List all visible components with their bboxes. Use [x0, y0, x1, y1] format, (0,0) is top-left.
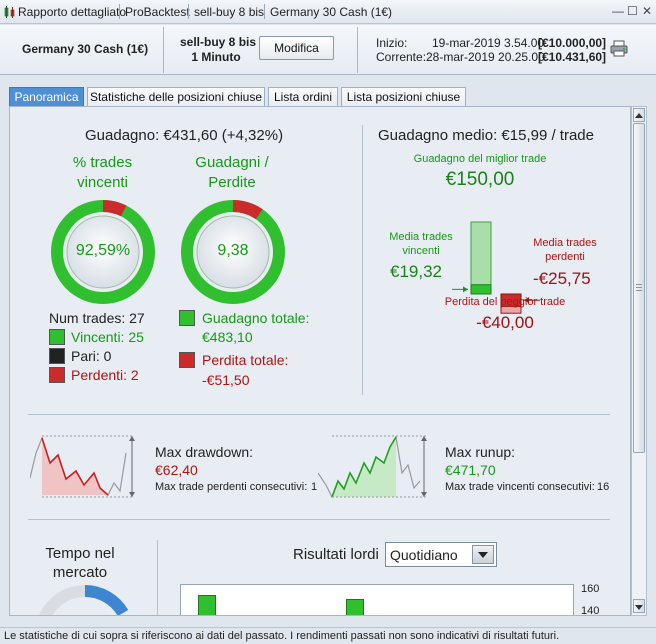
max-runup-value: €471,70 — [445, 462, 496, 478]
max-winning-streak-label: Max trade vincenti consecutivi: — [445, 481, 595, 493]
winners-legend-icon — [49, 329, 65, 345]
total-gain-label: Guadagno totale: — [202, 310, 310, 326]
title-bar: Rapporto dettagliato ProBacktest sell-bu… — [0, 0, 656, 24]
tab-closed-positions-list[interactable]: Lista posizioni chiuse — [341, 87, 466, 106]
modify-button[interactable]: Modifica — [259, 36, 334, 60]
num-trades: Num trades: 27 — [49, 310, 145, 326]
total-loss-label: Perdita totale: — [202, 352, 289, 368]
max-losing-streak-value: 1 — [311, 481, 318, 493]
overview-panel: Guadagno: €431,60 (+4,32%) % trades vinc… — [9, 106, 631, 616]
avg-win-label-1: Media trades — [389, 231, 453, 243]
results-bar — [346, 599, 364, 615]
total-gain-legend-icon — [179, 310, 195, 326]
title-strategy: sell-buy 8 bis — [194, 5, 265, 19]
scroll-up-button[interactable] — [633, 108, 645, 122]
total-loss-value: -€51,50 — [202, 372, 250, 388]
header-strategy-name: sell-buy 8 bis — [180, 35, 257, 49]
dropdown-button[interactable] — [472, 545, 494, 564]
disclaimer-text: Le statistiche di cui sopra si riferisco… — [4, 630, 560, 642]
max-runup-label: Max runup: — [445, 444, 516, 460]
start-date: 19-mar-2019 3.54.00 — [432, 36, 545, 50]
printer-icon[interactable] — [610, 40, 630, 58]
gain-title: Guadagno: €431,60 (+4,32%) — [85, 127, 284, 144]
max-drawdown-label: Max drawdown: — [155, 444, 254, 460]
results-tick-160: 160 — [581, 583, 600, 595]
win-pct-title-2: vincenti — [77, 174, 128, 191]
avg-loss-label-2: perdenti — [545, 251, 585, 263]
minimize-icon[interactable]: — — [612, 5, 624, 18]
market-time-title-2: mercato — [52, 564, 108, 581]
total-gain-value: €483,10 — [202, 329, 253, 345]
best-trade-bar — [470, 221, 492, 295]
start-label: Inizio: — [376, 36, 408, 50]
win-rate-ring-red — [102, 200, 127, 217]
max-losing-streak-label: Max trade perdenti consecutivi: — [155, 481, 308, 493]
tab-orders-list[interactable]: Lista ordini — [268, 87, 338, 106]
disclaimer-bar: Le statistiche di cui sopra si riferisco… — [0, 627, 656, 644]
avg-win-label-2: vincenti — [402, 245, 440, 257]
title-probacktest: ProBacktest — [125, 5, 190, 19]
maximize-icon[interactable]: ☐ — [627, 5, 638, 18]
tab-overview[interactable]: Panoramica — [9, 87, 84, 106]
header-timeframe: 1 Minuto — [191, 50, 241, 64]
runup-sparkline — [318, 435, 427, 499]
max-drawdown-value: €62,40 — [155, 462, 198, 478]
max-winning-streak-value: 16 — [597, 481, 610, 493]
total-loss-legend-icon — [179, 352, 195, 368]
avg-loss-label-1: Media trades — [533, 237, 597, 249]
results-tick-140: 140 — [581, 605, 600, 616]
market-time-title-1: Tempo nel — [45, 545, 115, 562]
average-gain-title: Guadagno medio: €15,99 / trade — [378, 127, 594, 144]
tab-closed-positions-stats[interactable]: Statistiche delle posizioni chiuse — [87, 87, 265, 106]
current-label: Corrente: — [376, 50, 427, 64]
best-trade-label: Guadagno del miglior trade — [413, 153, 547, 165]
losers-legend-icon — [49, 367, 65, 383]
title-report: Rapporto dettagliato — [18, 5, 127, 19]
worst-trade-value: -€40,00 — [476, 313, 534, 332]
results-bar — [198, 595, 216, 615]
win-pct-title-1: % trades — [72, 154, 133, 171]
even-legend-icon — [49, 348, 65, 364]
start-capital: [€10.000,00] — [538, 36, 607, 50]
period-select-value: Quotidiano — [390, 547, 458, 563]
report-header: Germany 30 Cash (1€) sell-buy 8 bis 1 Mi… — [0, 25, 656, 75]
header-instrument: Germany 30 Cash (1€) — [22, 42, 149, 56]
avg-loss-value: -€25,75 — [533, 269, 591, 288]
worst-trade-label: Perdita del peggior trade — [444, 296, 566, 308]
close-icon[interactable]: ✕ — [642, 5, 652, 18]
current-capital: [€10.431,60] — [538, 50, 607, 64]
market-time-gauge — [39, 585, 129, 615]
chevron-down-icon — [478, 552, 488, 558]
ratio-title-2: Perdite — [208, 174, 256, 191]
gross-results-title: Risultati lordi — [293, 546, 379, 563]
ratio-title-1: Guadagni / — [195, 154, 269, 171]
title-instrument: Germany 30 Cash (1€) — [270, 5, 393, 19]
winners-count: Vincenti: 25 — [71, 329, 144, 345]
arrow-up-icon — [635, 113, 643, 118]
profit-ratio-ring-red — [232, 200, 263, 220]
losers-count: Perdenti: 2 — [71, 367, 139, 383]
drawdown-sparkline — [30, 435, 135, 498]
scroll-thumb[interactable] — [633, 123, 645, 453]
period-select[interactable]: Quotidiano — [385, 542, 497, 567]
current-date: 28-mar-2019 20.25.00 — [426, 50, 545, 64]
win-rate-value: 92,59% — [75, 242, 131, 259]
candlestick-icon — [4, 6, 15, 18]
results-chart-area — [180, 584, 574, 615]
scroll-down-button[interactable] — [633, 599, 645, 613]
arrow-down-icon — [635, 605, 643, 610]
profit-ratio-value: 9,38 — [217, 242, 249, 259]
vertical-scrollbar[interactable] — [631, 106, 647, 616]
avg-win-value: €19,32 — [390, 262, 442, 281]
avg-win-bar — [470, 284, 492, 295]
even-count: Pari: 0 — [71, 348, 112, 364]
